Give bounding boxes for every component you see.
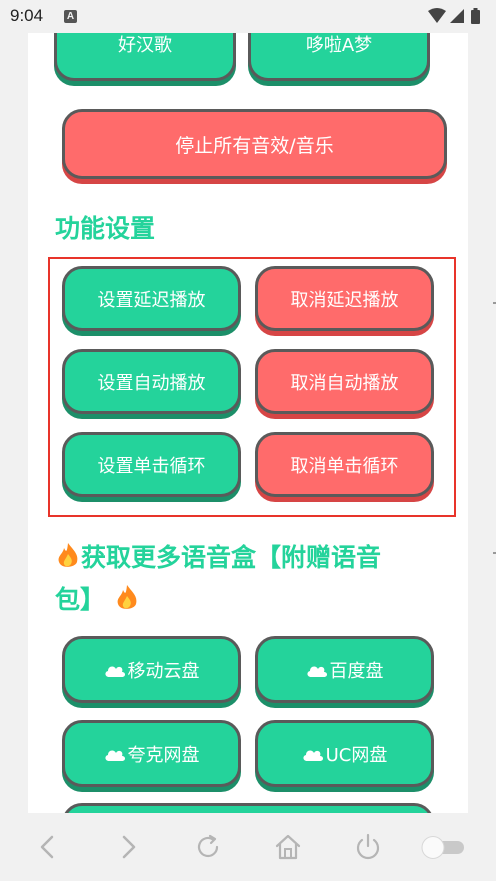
cancel-auto-play-button[interactable]: 取消自动播放 [255, 349, 434, 414]
next-button-partial[interactable] [62, 803, 434, 813]
home-icon[interactable] [272, 831, 304, 863]
link-label: 百度盘 [329, 660, 384, 682]
set-click-loop-button[interactable]: 设置单击循环 [62, 432, 241, 497]
web-content: 好汉歌 哆啦A梦 停止所有音效/音乐 功能设置 设置延迟播放 取消延迟播放 设置… [28, 33, 468, 813]
notification-a-icon: A [64, 10, 77, 23]
button-label: 设置延迟播放 [97, 289, 206, 311]
link-quark-disk-button[interactable]: 夸克网盘 [62, 720, 241, 787]
button-label: 取消延迟播放 [290, 289, 399, 311]
cancel-click-loop-button[interactable]: 取消单击循环 [255, 432, 434, 497]
cloud-icon [306, 666, 327, 677]
fire-icon [117, 585, 137, 609]
settings-title: 功能设置 [55, 214, 156, 243]
button-label: 设置自动播放 [97, 372, 206, 394]
battery-icon [471, 8, 480, 24]
set-auto-play-button[interactable]: 设置自动播放 [62, 349, 241, 414]
link-label: 夸克网盘 [127, 744, 200, 766]
toggle-switch[interactable] [420, 835, 466, 859]
link-baidu-disk-button[interactable]: 百度盘 [255, 636, 434, 703]
forward-icon[interactable] [112, 831, 144, 863]
link-label: UC网盘 [325, 744, 388, 766]
link-mobile-cloud-button[interactable]: 移动云盘 [62, 636, 241, 703]
stop-all-label: 停止所有音效/音乐 [175, 134, 334, 157]
song-button-label: 好汉歌 [118, 35, 172, 56]
cloud-icon [104, 666, 125, 677]
song-button-haohange[interactable]: 好汉歌 [54, 33, 236, 81]
status-time: 9:04 [10, 6, 44, 25]
cloud-icon [303, 750, 323, 761]
song-button-doraemon[interactable]: 哆啦A梦 [248, 33, 430, 81]
browser-bottom-bar [0, 813, 496, 881]
fire-icon [58, 543, 78, 567]
button-label: 设置单击循环 [97, 455, 206, 477]
more-voice-boxes-title: 获取更多语音盒【附赠语音 包】 [55, 537, 455, 621]
status-icons [428, 8, 480, 24]
power-icon[interactable] [352, 831, 384, 863]
cloud-icon [104, 750, 125, 761]
link-uc-disk-button[interactable]: UC网盘 [255, 720, 434, 787]
link-label: 移动云盘 [127, 660, 200, 682]
signal-icon [450, 9, 464, 23]
cancel-delay-play-button[interactable]: 取消延迟播放 [255, 266, 434, 331]
wifi-icon [428, 8, 446, 23]
back-icon[interactable] [32, 831, 64, 863]
more-title-line1: 获取更多语音盒【附赠语音 [81, 543, 382, 572]
button-label: 取消自动播放 [290, 372, 399, 394]
status-bar: 9:04 A [0, 0, 496, 33]
stop-all-button[interactable]: 停止所有音效/音乐 [62, 109, 447, 179]
set-delay-play-button[interactable]: 设置延迟播放 [62, 266, 241, 331]
more-title-line2: 包】 [55, 585, 106, 614]
button-label: 取消单击循环 [290, 455, 399, 477]
refresh-icon[interactable] [192, 831, 224, 863]
song-button-label: 哆啦A梦 [305, 35, 373, 56]
